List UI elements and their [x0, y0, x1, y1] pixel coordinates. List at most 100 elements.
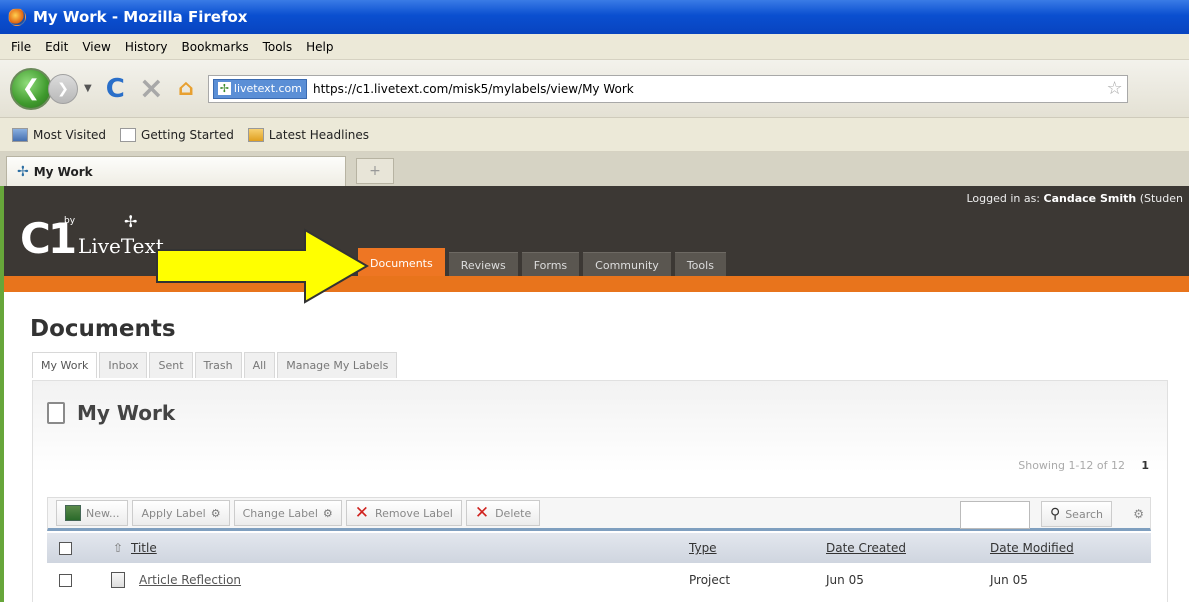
- search-button[interactable]: ⚲ Search: [1040, 501, 1112, 527]
- page-number[interactable]: 1: [1141, 459, 1149, 472]
- login-status: Logged in as: Candace Smith (Studen: [966, 192, 1183, 205]
- page-title: Documents: [30, 316, 176, 342]
- table-row[interactable]: Article Reflection Project Jun 05 Jun 05: [47, 565, 1151, 595]
- bookmark-label: Latest Headlines: [268, 127, 370, 142]
- bird-logo-icon: ✢: [124, 212, 138, 231]
- menu-help[interactable]: Help: [306, 40, 333, 54]
- column-date-modified[interactable]: Date Modified: [990, 541, 1074, 555]
- history-dropdown-icon[interactable]: ▼: [84, 83, 92, 94]
- login-prefix: Logged in as:: [966, 192, 1041, 205]
- column-date-created[interactable]: Date Created: [826, 541, 906, 555]
- document-icon: [111, 572, 125, 588]
- menu-edit[interactable]: Edit: [45, 40, 68, 54]
- subtab-my-work[interactable]: My Work: [32, 352, 98, 378]
- apply-label-button[interactable]: Apply Label ⚙: [132, 500, 230, 526]
- user-role: (Studen: [1139, 192, 1183, 205]
- row-date-modified: Jun 05: [990, 573, 1028, 587]
- panel-title: My Work: [47, 399, 176, 425]
- forward-button[interactable]: ❯: [48, 73, 78, 104]
- results-count: Showing 1-12 of 12: [1018, 459, 1125, 472]
- logo-text: LiveText: [78, 234, 164, 258]
- rss-feed-icon: [247, 127, 264, 142]
- url-bar[interactable]: ✢ livetext.com https://c1.livetext.com/mi…: [207, 74, 1128, 103]
- page-icon: [120, 127, 137, 142]
- bookmark-label: Getting Started: [141, 127, 234, 142]
- main-content: Documents My Work Inbox Sent Trash All M…: [0, 292, 1189, 602]
- subtab-trash[interactable]: Trash: [194, 352, 242, 378]
- site-badge-text: livetext.com: [233, 82, 302, 95]
- table-header: ⇧ Title Type Date Created Date Modified: [47, 533, 1151, 563]
- most-visited-icon: [12, 127, 28, 142]
- back-button[interactable]: ❮: [10, 67, 52, 110]
- subtab-all[interactable]: All: [243, 352, 276, 378]
- select-all-checkbox[interactable]: [59, 541, 72, 555]
- title-bar: My Work - Mozilla Firefox: [0, 0, 1189, 34]
- subtab-sent[interactable]: Sent: [149, 352, 193, 378]
- sort-icon[interactable]: ⇧: [113, 541, 123, 555]
- livetext-favicon: ✢: [17, 163, 29, 180]
- menu-bar: File Edit View History Bookmarks Tools H…: [0, 34, 1189, 60]
- column-type[interactable]: Type: [689, 541, 717, 555]
- menu-tools[interactable]: Tools: [263, 40, 293, 54]
- row-date-created: Jun 05: [826, 573, 864, 587]
- window-title: My Work - Mozilla Firefox: [33, 8, 248, 26]
- back-arrow-icon: ❮: [21, 76, 41, 101]
- search-options-gear-icon[interactable]: ⚙: [1133, 507, 1144, 521]
- navigation-toolbar: ❮ ❯ ▼ C × ⌂ ✢ livetext.com https://c1.liv…: [0, 60, 1189, 118]
- nav-tab-reviews[interactable]: Reviews: [448, 252, 518, 278]
- row-type: Project: [689, 573, 731, 587]
- search-input[interactable]: [960, 501, 1030, 529]
- menu-file[interactable]: File: [11, 40, 31, 54]
- subtab-manage-my-labels[interactable]: Manage My Labels: [277, 352, 398, 378]
- nav-tab-documents[interactable]: Documents: [358, 248, 445, 278]
- firefox-icon: [8, 8, 26, 26]
- home-icon[interactable]: ⌂: [178, 77, 194, 100]
- logo-by: by: [64, 216, 76, 226]
- nav-tab-tools[interactable]: Tools: [674, 252, 726, 278]
- menu-view[interactable]: View: [82, 40, 110, 54]
- bookmark-star-icon[interactable]: ☆: [1107, 78, 1123, 99]
- search-label: Search: [1065, 507, 1103, 521]
- user-name: Candace Smith: [1043, 192, 1137, 205]
- search-icon: ⚲: [1049, 506, 1061, 522]
- remove-label-button[interactable]: ✕ Remove Label: [345, 500, 462, 526]
- panel-title-text: My Work: [77, 401, 176, 425]
- bookmark-getting-started[interactable]: Getting Started: [120, 127, 234, 142]
- change-label-button[interactable]: Change Label ⚙: [233, 500, 342, 526]
- bookmark-label: Most Visited: [33, 127, 107, 142]
- dropdown-gear-icon: ⚙: [322, 506, 333, 520]
- documents-icon: [47, 399, 71, 424]
- yellow-arrow-annotation: [156, 228, 369, 304]
- subtab-inbox[interactable]: Inbox: [99, 352, 148, 378]
- nav-tab-forms[interactable]: Forms: [521, 252, 580, 278]
- dropdown-gear-icon: ⚙: [210, 506, 221, 520]
- site-identity-badge[interactable]: ✢ livetext.com: [212, 78, 307, 99]
- tab-my-work[interactable]: ✢ My Work: [6, 156, 346, 186]
- menu-history[interactable]: History: [125, 40, 168, 54]
- new-document-icon: [65, 505, 81, 521]
- row-checkbox[interactable]: [59, 573, 72, 587]
- change-label-text: Change Label: [242, 506, 318, 520]
- new-label: New...: [86, 506, 120, 520]
- bookmark-latest-headlines[interactable]: Latest Headlines: [247, 127, 370, 142]
- tab-bar: ✢ My Work +: [0, 152, 1189, 186]
- bookmark-most-visited[interactable]: Most Visited: [12, 127, 107, 142]
- bookmarks-toolbar: Most Visited Getting Started Latest Head…: [0, 118, 1189, 152]
- reload-icon[interactable]: C: [106, 76, 125, 102]
- livetext-logo[interactable]: by ✢ C1 LiveText: [20, 212, 164, 260]
- stop-icon[interactable]: ×: [139, 73, 164, 104]
- plus-icon: +: [369, 163, 381, 179]
- nav-tab-community[interactable]: Community: [583, 252, 671, 278]
- browser-window: My Work - Mozilla Firefox File Edit View…: [0, 0, 1189, 602]
- new-tab-button[interactable]: +: [356, 158, 394, 184]
- tab-label: My Work: [33, 164, 93, 179]
- new-button[interactable]: New...: [56, 500, 129, 526]
- apply-label-text: Apply Label: [141, 506, 206, 520]
- document-toolbar: New... Apply Label ⚙ Change Label ⚙ ✕ Remov…: [47, 497, 1151, 531]
- column-title[interactable]: Title: [131, 541, 157, 555]
- red-x-icon: ✕: [474, 503, 490, 523]
- row-title-link[interactable]: Article Reflection: [139, 573, 241, 587]
- url-text[interactable]: https://c1.livetext.com/misk5/mylabels/v…: [313, 82, 634, 96]
- delete-button[interactable]: ✕ Delete: [465, 500, 541, 526]
- menu-bookmarks[interactable]: Bookmarks: [182, 40, 249, 54]
